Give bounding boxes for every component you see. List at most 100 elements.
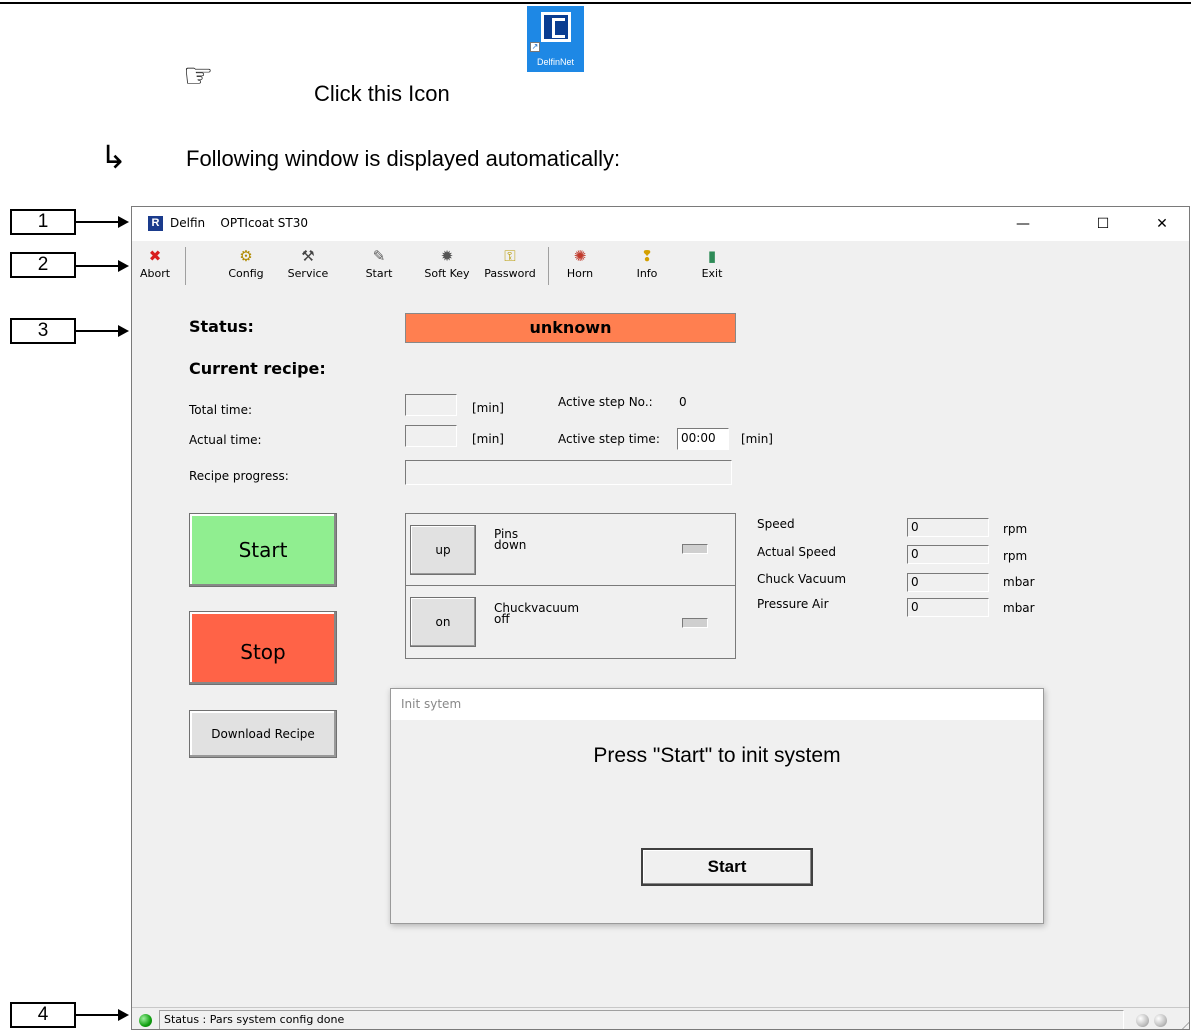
abort-button[interactable]: ✖ Abort <box>136 246 174 288</box>
actual-time-field <box>405 425 457 447</box>
stop-button[interactable]: Stop <box>189 611 337 685</box>
pins-up-button[interactable]: up <box>410 525 476 575</box>
callout-3-line <box>76 330 118 332</box>
password-button[interactable]: ⚿ Password <box>480 246 540 288</box>
actual-speed-field: 0 <box>907 545 989 564</box>
top-rule <box>0 2 1191 4</box>
actual-speed-label: Actual Speed <box>757 545 837 559</box>
callout-2-line <box>76 265 118 267</box>
init-system-dialog: Init sytem Press "Start" to init system … <box>390 688 1044 924</box>
total-time-label: Total time: <box>189 403 252 417</box>
callout-1: 1 <box>10 209 76 235</box>
config-label: Config <box>228 267 264 280</box>
info-icon: ❢ <box>640 247 654 265</box>
start-button[interactable]: Start <box>189 513 337 587</box>
actual-speed-unit: rpm <box>1003 549 1028 563</box>
pins-indicator <box>682 544 708 554</box>
chuck-vacuum-field: 0 <box>907 573 989 592</box>
delfinnet-app-icon[interactable]: ↗ DelfinNet <box>527 6 584 72</box>
status-dot-icon <box>1136 1014 1149 1027</box>
info-label: Info <box>636 267 658 280</box>
callout-1-arrowhead <box>118 216 129 228</box>
abort-label: Abort <box>139 267 171 280</box>
speed-unit: rpm <box>1003 522 1028 536</box>
password-icon: ⚿ <box>504 247 516 265</box>
start-label: Start <box>365 267 393 280</box>
pressure-air-field: 0 <box>907 598 989 617</box>
abort-icon: ✖ <box>148 247 162 265</box>
start-icon: ✎ <box>372 247 386 265</box>
dialog-start-button[interactable]: Start <box>641 848 813 886</box>
active-step-time-unit: [min] <box>741 432 773 446</box>
resize-grip-icon[interactable] <box>1172 1020 1189 1029</box>
horn-label: Horn <box>566 267 594 280</box>
exit-button[interactable]: ▮ Exit <box>697 246 727 288</box>
recipe-progress-label: Recipe progress: <box>189 469 289 483</box>
chuckvacuum-on-button[interactable]: on <box>410 597 476 647</box>
shortcut-arrow-icon: ↗ <box>530 42 540 52</box>
current-recipe-label: Current recipe: <box>189 359 326 378</box>
horn-icon: ✺ <box>573 247 587 265</box>
window-title: Delfin OPTIcoat ST30 <box>170 216 308 230</box>
dialog-title: Init sytem <box>391 689 1043 720</box>
delfinnet-logo-icon <box>541 12 571 42</box>
pressure-air-label: Pressure Air <box>757 597 829 611</box>
config-button[interactable]: ⚙ Config <box>226 246 266 288</box>
callout-2-arrowhead <box>118 260 129 272</box>
callout-2: 2 <box>10 252 76 278</box>
minimize-button[interactable]: — <box>1000 207 1046 241</box>
chuckvacuum-indicator <box>682 618 708 628</box>
service-icon: ⚒ <box>301 247 315 265</box>
password-label: Password <box>484 267 536 280</box>
service-label: Service <box>287 267 329 280</box>
service-button[interactable]: ⚒ Service <box>284 246 332 288</box>
status-label: Status: <box>189 317 254 336</box>
active-step-time-label: Active step time: <box>558 432 660 446</box>
panel-divider <box>406 585 735 586</box>
callout-3-arrowhead <box>118 325 129 337</box>
callout-4: 4 <box>10 1002 76 1028</box>
chuck-vacuum-label: Chuck Vacuum <box>757 572 847 586</box>
exit-icon: ▮ <box>707 247 717 265</box>
title-bar[interactable]: R Delfin OPTIcoat ST30 — ☐ ✕ <box>132 207 1189 241</box>
close-button[interactable]: ✕ <box>1139 207 1185 241</box>
dialog-message: Press "Start" to init system <box>593 744 841 767</box>
active-step-no-label: Active step No.: <box>558 395 653 409</box>
app-logo-icon: R <box>148 216 163 231</box>
speed-label: Speed <box>757 517 795 531</box>
info-button[interactable]: ❢ Info <box>632 246 662 288</box>
actual-time-label: Actual time: <box>189 433 262 447</box>
total-time-field <box>405 394 457 416</box>
status-bar-text: Status : Pars system config done <box>159 1010 1124 1029</box>
result-arrow-icon: ↳ <box>100 138 127 176</box>
total-time-unit: [min] <box>472 401 504 415</box>
chuckvacuum-state: off <box>494 612 510 626</box>
maximize-button[interactable]: ☐ <box>1080 207 1126 241</box>
pointing-hand-icon: ☞ <box>183 56 214 96</box>
app-window: R Delfin OPTIcoat ST30 — ☐ ✕ ✖ Abort ⚙ C… <box>131 206 1190 1030</box>
soft-key-icon: ✹ <box>440 247 454 265</box>
recipe-progress-bar <box>405 460 732 485</box>
result-text: Following window is displayed automatica… <box>186 146 621 171</box>
status-badge: unknown <box>405 313 736 343</box>
status-dot-icon <box>1154 1014 1167 1027</box>
soft-key-label: Soft Key <box>424 267 470 280</box>
callout-3: 3 <box>10 318 76 344</box>
callout-4-line <box>76 1014 118 1016</box>
callout-1-line <box>76 221 118 223</box>
start-toolbar-button[interactable]: ✎ Start <box>362 246 396 288</box>
toolbar: ✖ Abort ⚙ Config ⚒ Service ✎ Start ✹ Sof… <box>132 241 1189 293</box>
soft-key-button[interactable]: ✹ Soft Key <box>419 246 475 288</box>
config-icon: ⚙ <box>239 247 253 265</box>
status-led-icon <box>139 1014 152 1027</box>
active-step-time-field: 00:00 <box>677 428 729 450</box>
horn-button[interactable]: ✺ Horn <box>562 246 598 288</box>
actual-time-unit: [min] <box>472 432 504 446</box>
download-recipe-button[interactable]: Download Recipe <box>189 710 337 758</box>
actuator-panel: up Pins down on Chuckvacuum off <box>405 513 736 659</box>
hint-text: Click this Icon <box>314 81 450 106</box>
exit-label: Exit <box>701 267 723 280</box>
chuck-vacuum-unit: mbar <box>1003 575 1035 589</box>
pins-state: down <box>494 538 527 552</box>
pressure-air-unit: mbar <box>1003 601 1035 615</box>
